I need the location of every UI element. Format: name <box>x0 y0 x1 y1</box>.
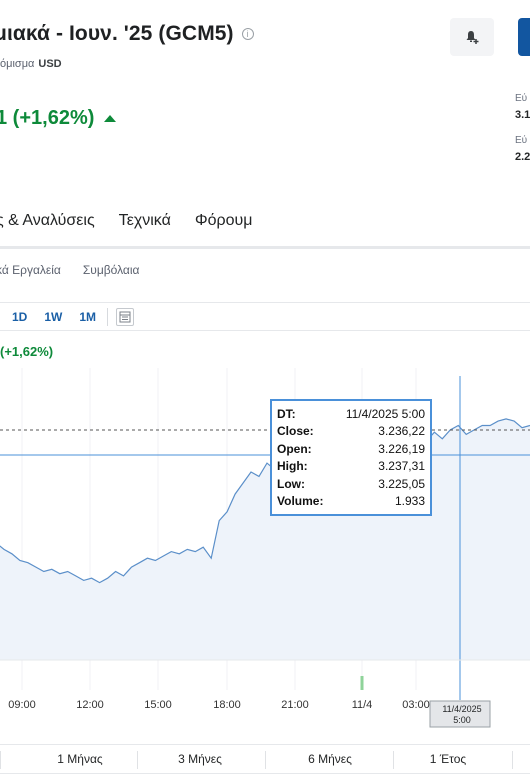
tooltip-value: 3.225,05 <box>378 476 425 491</box>
price-chart[interactable]: 09:00 12:00 15:00 18:00 21:00 11/4 03:00 11/4/… <box>0 368 530 742</box>
add-alert-button[interactable] <box>450 18 494 56</box>
x-tick-label: 18:00 <box>213 699 241 711</box>
crosshair-date-label: 11/4/2025 5:00 <box>429 700 491 728</box>
x-tick-label: 21:00 <box>281 699 309 711</box>
subtab-contracts[interactable]: Συμβόλαια <box>83 263 140 277</box>
period-1d[interactable]: 1D <box>12 310 27 324</box>
divider <box>512 751 513 769</box>
tooltip-row: DT: 11/4/2025 5:00 <box>277 406 425 423</box>
side-stat-value: 3.1 <box>515 109 530 121</box>
x-tick-label: 09:00 <box>8 699 36 711</box>
tooltip-label: DT: <box>277 407 296 421</box>
tooltip-row: Close: 3.236,22 <box>277 423 425 440</box>
range-6-months[interactable]: 6 Μήνες <box>280 745 380 773</box>
crosshair-time: 5:00 <box>453 715 471 725</box>
tooltip-row: Low: 3.225,05 <box>277 476 425 493</box>
tooltip-label: Close: <box>277 424 314 439</box>
tab-forum[interactable]: Φόρουμ <box>195 212 253 236</box>
title-row: μιακά - Ιουν. '25 (GCM5) i <box>0 18 254 50</box>
tooltip-value: 3.226,19 <box>378 441 425 456</box>
tooltip-label: Volume: <box>277 493 324 508</box>
range-selector: 1 Μήνας 3 Μήνες 6 Μήνες 1 Έτος <box>0 744 530 774</box>
tooltip-value: 11/4/2025 5:00 <box>345 407 425 421</box>
divider <box>393 751 394 769</box>
price-change: 1 (+1,62%) <box>0 107 117 130</box>
crosshair-date: 11/4/2025 <box>442 704 481 714</box>
tab-technical[interactable]: Τεχνικά <box>119 212 171 236</box>
divider <box>107 308 109 326</box>
tabs-divider <box>0 246 530 249</box>
tooltip-label: High: <box>277 459 308 474</box>
subtab-tools[interactable]: κά Εργαλεία <box>0 263 61 277</box>
currency-line: όμισμα USD <box>0 58 62 70</box>
tooltip-label: Low: <box>277 476 305 491</box>
divider <box>0 751 1 769</box>
tooltip-row: Volume: 1.933 <box>277 493 425 510</box>
primary-action-button[interactable] <box>518 18 530 56</box>
price-change-value: 1 (+1,62%) <box>0 107 95 129</box>
sub-tabs: κά Εργαλεία Συμβόλαια <box>0 263 139 277</box>
volume-bar <box>360 676 364 690</box>
tab-news-analysis[interactable]: ς & Αναλύσεις <box>0 212 95 236</box>
range-1-year[interactable]: 1 Έτος <box>398 745 498 773</box>
period-selector: 1D 1W 1M <box>0 306 135 328</box>
tooltip-row: Open: 3.226,19 <box>277 441 425 458</box>
side-stat-label: Εύ <box>515 93 528 104</box>
x-tick-label: 15:00 <box>144 699 172 711</box>
candles-icon <box>119 311 131 323</box>
divider <box>0 302 530 303</box>
info-icon[interactable]: i <box>241 28 254 40</box>
page-title: μιακά - Ιουν. '25 (GCM5) <box>0 22 234 45</box>
tooltip-label: Open: <box>277 441 312 456</box>
range-3-months[interactable]: 3 Μήνες <box>150 745 250 773</box>
period-1m[interactable]: 1M <box>79 310 96 324</box>
divider <box>265 751 266 769</box>
x-tick-label: 12:00 <box>76 699 104 711</box>
main-tabs: ς & Αναλύσεις Τεχνικά Φόρουμ <box>0 212 252 236</box>
bell-plus-icon <box>466 31 479 44</box>
side-stat-value: 2.2 <box>515 151 530 163</box>
x-tick-label: 11/4 <box>352 699 373 711</box>
currency-label: όμισμα <box>0 58 35 70</box>
divider <box>0 330 530 331</box>
tooltip-value: 1.933 <box>394 493 425 508</box>
x-tick-label: 03:00 <box>402 699 430 711</box>
chart-change: (+1,62%) <box>0 344 54 359</box>
arrow-up-icon <box>104 115 117 122</box>
currency-value: USD <box>38 58 62 70</box>
chart-tooltip: DT: 11/4/2025 5:00 Close: 3.236,22 Open: 3.… <box>270 399 432 516</box>
tooltip-row: High: 3.237,31 <box>277 458 425 475</box>
side-stat-label: Εύ <box>515 135 528 146</box>
chart-type-icon[interactable] <box>116 308 135 326</box>
range-1-month[interactable]: 1 Μήνας <box>30 745 130 773</box>
tooltip-value: 3.236,22 <box>378 424 425 439</box>
period-1w[interactable]: 1W <box>44 310 62 324</box>
tooltip-value: 3.237,31 <box>378 459 425 474</box>
divider <box>137 751 138 769</box>
